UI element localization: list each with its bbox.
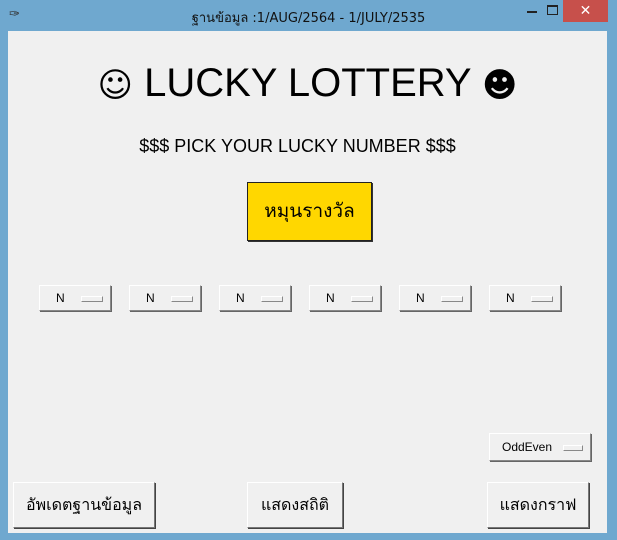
- window-border-bottom: [0, 533, 617, 540]
- page-title: ☺ LUCKY LOTTERY ☻: [8, 61, 607, 106]
- black-smiley-icon: ☻: [482, 65, 518, 106]
- digit-dropdown-3[interactable]: N: [219, 285, 291, 311]
- digit-value: N: [416, 291, 425, 305]
- dropdown-indicator-icon: [563, 445, 583, 451]
- digit-dropdown-1[interactable]: N: [39, 285, 111, 311]
- subtitle: $$$ PICK YOUR LUCKY NUMBER $$$: [139, 136, 456, 156]
- dropdown-indicator-icon: [171, 296, 193, 302]
- digit-value: N: [56, 291, 65, 305]
- dropdown-indicator-icon: [351, 296, 373, 302]
- digit-value: N: [146, 291, 155, 305]
- digit-dropdown-4[interactable]: N: [309, 285, 381, 311]
- odd-even-dropdown[interactable]: OddEven: [489, 433, 591, 461]
- dropdown-indicator-icon: [441, 296, 463, 302]
- main-panel: ☺ LUCKY LOTTERY ☻ $$$ PICK YOUR LUCKY NU…: [8, 31, 607, 533]
- dropdown-indicator-icon: [531, 296, 553, 302]
- show-stats-button[interactable]: แสดงสถิติ: [247, 482, 343, 528]
- dropdown-indicator-icon: [81, 296, 103, 302]
- digit-dropdown-5[interactable]: N: [399, 285, 471, 311]
- smiley-icon: ☺: [97, 65, 133, 106]
- digit-dropdown-2[interactable]: N: [129, 285, 201, 311]
- update-database-button[interactable]: อัพเดตฐานข้อมูล: [13, 482, 155, 528]
- digit-value: N: [506, 291, 515, 305]
- digit-value: N: [326, 291, 335, 305]
- spin-button[interactable]: หมุนรางวัล: [247, 182, 372, 241]
- show-graph-button[interactable]: แสดงกราฟ: [487, 482, 589, 528]
- digit-value: N: [236, 291, 245, 305]
- maximize-icon: [546, 4, 558, 15]
- title-bar[interactable]: ✑ ฐานข้อมูล :1/AUG/2564 - 1/JULY/2535 ✕: [0, 0, 617, 31]
- title-text: LUCKY LOTTERY: [144, 61, 471, 105]
- window-border-right: [607, 31, 617, 540]
- close-button[interactable]: ✕: [563, 0, 608, 22]
- digit-dropdown-6[interactable]: N: [489, 285, 561, 311]
- app-window: ✑ ฐานข้อมูล :1/AUG/2564 - 1/JULY/2535 ✕ …: [0, 0, 617, 540]
- dropdown-indicator-icon: [261, 296, 283, 302]
- mode-value: OddEven: [502, 440, 553, 454]
